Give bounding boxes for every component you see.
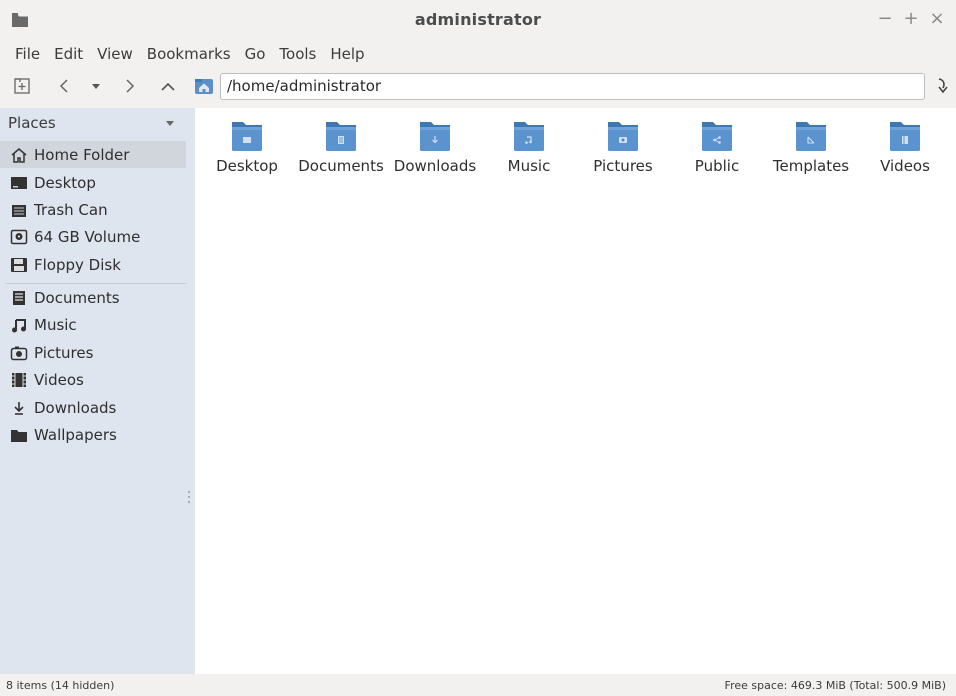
- sidebar-item-label: Pictures: [34, 343, 94, 362]
- sidebar-item-pictures[interactable]: Pictures: [0, 339, 186, 366]
- status-bar: 8 items (14 hidden) Free space: 469.3 Mi…: [0, 674, 956, 696]
- menu-help[interactable]: Help: [323, 45, 371, 63]
- download-icon: [10, 399, 30, 417]
- chevron-left-icon: [59, 79, 68, 93]
- sidebar-item-music[interactable]: Music: [0, 311, 186, 338]
- folder-desktop[interactable]: Desktop: [200, 116, 294, 175]
- close-button[interactable]: ×: [926, 8, 948, 30]
- menu-file[interactable]: File: [8, 45, 47, 63]
- trash-icon: [10, 201, 30, 219]
- sidebar-item-wallpapers[interactable]: Wallpapers: [0, 421, 186, 448]
- film-icon: [902, 136, 908, 144]
- jump-arrow-icon: [938, 78, 948, 94]
- go-button[interactable]: [930, 74, 954, 98]
- sidebar-item-label: Wallpapers: [34, 425, 117, 444]
- places-dropdown-icon[interactable]: [166, 121, 174, 126]
- folder-label: Pictures: [593, 157, 653, 175]
- home-icon: [10, 146, 30, 164]
- camera-icon: [619, 137, 627, 143]
- minimize-button[interactable]: −: [874, 8, 896, 30]
- folder-pictures[interactable]: Pictures: [576, 116, 670, 175]
- window-controls: − + ×: [874, 8, 948, 30]
- folder-label: Downloads: [393, 157, 477, 175]
- folder-icon: [232, 122, 262, 151]
- desktop-icon: [10, 174, 30, 192]
- sidebar-item-64gb-volume[interactable]: 64 GB Volume: [0, 223, 186, 250]
- folder-label: Videos: [880, 157, 930, 175]
- up-button[interactable]: [156, 74, 180, 98]
- folder-templates[interactable]: Templates: [764, 116, 858, 175]
- sidebar-item-label: Videos: [34, 370, 84, 389]
- home-location-icon[interactable]: [194, 76, 214, 96]
- caret-down-icon: [92, 84, 100, 89]
- folder-label: Desktop: [216, 157, 278, 175]
- chevron-up-icon: [161, 82, 175, 91]
- floppy-icon: [10, 256, 30, 274]
- item-count: 8 items (14 hidden): [6, 679, 115, 692]
- folder-public[interactable]: Public: [670, 116, 764, 175]
- folder-icon: [326, 122, 356, 151]
- sidebar-item-floppy-disk[interactable]: Floppy Disk: [0, 251, 186, 278]
- sidebar-item-label: Documents: [34, 288, 120, 307]
- places-header[interactable]: Places: [8, 114, 56, 132]
- sidebar-item-home-folder[interactable]: Home Folder: [0, 141, 186, 168]
- menu-bookmarks[interactable]: Bookmarks: [140, 45, 238, 63]
- folder-downloads[interactable]: Downloads: [388, 116, 482, 175]
- title-bar: administrator − + ×: [0, 0, 956, 40]
- folder-icon: [796, 122, 826, 151]
- location-bar[interactable]: /home/administrator: [220, 73, 925, 100]
- sidebar-item-label: Home Folder: [34, 145, 130, 164]
- sidebar-item-videos[interactable]: Videos: [0, 366, 186, 393]
- folder-videos[interactable]: Videos: [858, 116, 952, 175]
- sidebar-item-desktop[interactable]: Desktop: [0, 169, 186, 196]
- sidebar-item-label: Desktop: [34, 173, 96, 192]
- back-button[interactable]: [52, 74, 76, 98]
- folder-icon: [890, 122, 920, 151]
- folder-music[interactable]: Music: [482, 116, 576, 175]
- desktop-icon: [243, 137, 251, 143]
- camera-icon: [10, 344, 30, 362]
- document-icon: [338, 136, 344, 144]
- menu-view[interactable]: View: [90, 45, 140, 63]
- forward-button[interactable]: [118, 74, 142, 98]
- file-view[interactable]: Desktop Documents Downloads Music Pictures Pu…: [195, 108, 956, 674]
- folder-documents[interactable]: Documents: [294, 116, 388, 175]
- pane-splitter-handle[interactable]: [187, 488, 191, 508]
- folder-icon: [420, 122, 450, 151]
- sidebar: Places Home Folder Desktop Trash Can 64 …: [0, 108, 195, 674]
- menu-edit[interactable]: Edit: [47, 45, 90, 63]
- menu-tools[interactable]: Tools: [272, 45, 323, 63]
- film-icon: [10, 371, 30, 389]
- sidebar-item-label: 64 GB Volume: [34, 227, 141, 246]
- sidebar-item-label: Trash Can: [34, 200, 108, 219]
- document-icon: [10, 289, 30, 307]
- menu-go[interactable]: Go: [238, 45, 273, 63]
- free-space: Free space: 469.3 MiB (Total: 500.9 MiB): [724, 679, 946, 692]
- new-tab-icon: [14, 78, 30, 94]
- sidebar-item-label: Music: [34, 315, 77, 334]
- maximize-button[interactable]: +: [900, 8, 922, 30]
- menu-bar: File Edit View Bookmarks Go Tools Help: [0, 40, 956, 68]
- folder-icon: [514, 122, 544, 151]
- sidebar-item-label: Floppy Disk: [34, 255, 121, 274]
- chevron-right-icon: [126, 79, 135, 93]
- sidebar-item-trash-can[interactable]: Trash Can: [0, 196, 186, 223]
- folder-label: Documents: [298, 157, 384, 175]
- drive-icon: [10, 228, 30, 246]
- folder-icon: [10, 426, 30, 444]
- folder-label: Music: [507, 157, 551, 175]
- new-tab-button[interactable]: [10, 74, 34, 98]
- toolbar: /home/administrator: [0, 70, 956, 102]
- folder-icon: [702, 122, 732, 151]
- folder-icon: [608, 122, 638, 151]
- sidebar-item-label: Downloads: [34, 398, 117, 417]
- music-icon: [10, 316, 30, 334]
- folder-label: Templates: [772, 157, 850, 175]
- folder-label: Public: [694, 157, 740, 175]
- history-dropdown-button[interactable]: [84, 74, 108, 98]
- sidebar-item-downloads[interactable]: Downloads: [0, 394, 186, 421]
- window-title: administrator: [414, 10, 542, 29]
- sidebar-item-documents[interactable]: Documents: [0, 284, 186, 311]
